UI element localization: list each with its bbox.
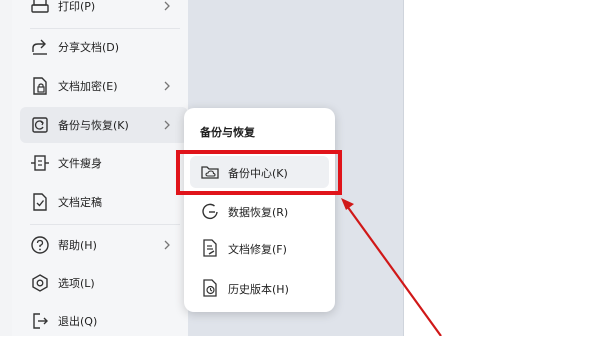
menu-item-share[interactable]: 分享文档(D) <box>20 29 188 65</box>
chevron-right-icon <box>164 240 170 250</box>
file-menu: 打印(P) 分享文档(D) 文档加密(E) 备份与恢复(K) 文件瘦身 文档定稿… <box>12 0 188 336</box>
menu-divider <box>30 224 180 225</box>
menu-item-options[interactable]: 选项(L) <box>20 265 188 301</box>
menu-item-label: 打印(P) <box>58 0 96 13</box>
document-page <box>403 0 607 336</box>
menu-item-finalize[interactable]: 文档定稿 <box>20 184 188 220</box>
help-icon <box>31 236 49 254</box>
menu-item-label: 选项(L) <box>58 277 95 290</box>
backup-restore-submenu: 备份与恢复 备份中心(K) 数据恢复(R) 文档修复(F) 历史版本(H) <box>184 108 335 312</box>
lock-document-icon <box>33 77 47 95</box>
history-icon <box>203 279 217 297</box>
submenu-item-data-recovery[interactable]: 数据恢复(R) <box>190 195 329 227</box>
compress-icon <box>31 155 49 171</box>
settings-icon <box>32 274 48 292</box>
submenu-item-label: 数据恢复(R) <box>228 206 289 219</box>
backup-icon <box>32 117 48 133</box>
menu-item-label: 文档定稿 <box>58 196 102 209</box>
share-icon <box>32 39 47 55</box>
highlight-box <box>176 150 342 195</box>
finalize-document-icon <box>33 193 47 211</box>
chevron-right-icon <box>164 81 170 91</box>
submenu-item-label: 历史版本(H) <box>228 283 289 296</box>
printer-icon <box>31 0 49 13</box>
menu-item-help[interactable]: 帮助(H) <box>20 227 188 263</box>
menu-item-encrypt[interactable]: 文档加密(E) <box>20 68 188 104</box>
exit-icon <box>33 313 48 329</box>
submenu-title: 备份与恢复 <box>200 126 255 139</box>
submenu-item-label: 文档修复(F) <box>228 243 287 256</box>
menu-item-label: 文档加密(E) <box>58 80 118 93</box>
menu-item-label: 备份与恢复(K) <box>58 119 129 132</box>
submenu-item-history-version[interactable]: 历史版本(H) <box>190 272 329 304</box>
menu-item-label: 文件瘦身 <box>58 157 102 170</box>
repair-document-icon <box>203 239 217 257</box>
restore-icon <box>202 203 218 220</box>
chevron-right-icon <box>164 1 170 11</box>
chevron-right-icon <box>164 120 170 130</box>
menu-item-backup-restore[interactable]: 备份与恢复(K) <box>20 107 188 143</box>
menu-item-label: 退出(Q) <box>58 315 98 328</box>
menu-item-slim-file[interactable]: 文件瘦身 <box>20 145 188 181</box>
menu-item-label: 分享文档(D) <box>58 41 120 54</box>
menu-item-label: 帮助(H) <box>58 239 97 252</box>
menu-item-print[interactable]: 打印(P) <box>20 0 188 24</box>
menu-item-exit[interactable]: 退出(Q) <box>20 303 188 339</box>
submenu-item-document-repair[interactable]: 文档修复(F) <box>190 232 329 264</box>
